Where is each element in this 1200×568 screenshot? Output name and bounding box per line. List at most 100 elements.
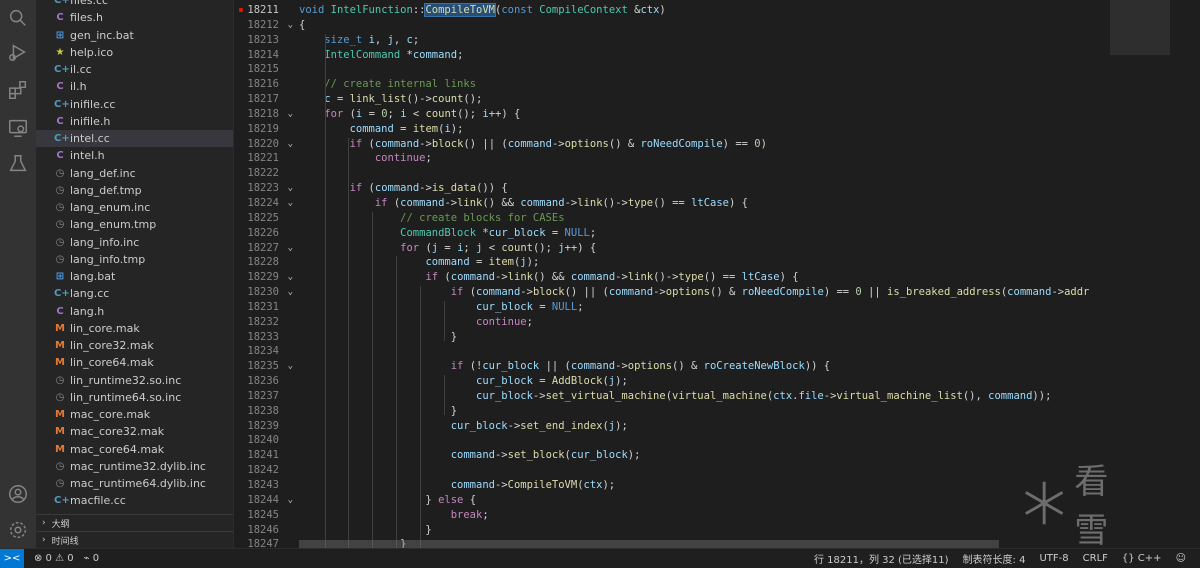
file-item[interactable]: Mlin_core32.mak (36, 337, 233, 354)
file-item[interactable]: Cfiles.h (36, 9, 233, 26)
file-item[interactable]: C+ inifile.cc (36, 96, 233, 113)
code-line[interactable]: // create internal links (299, 77, 1139, 92)
fold-chevron-icon[interactable]: ⌄ (283, 493, 293, 508)
search-icon[interactable] (6, 6, 30, 30)
file-item[interactable]: Cintel.h (36, 147, 233, 164)
ports-count[interactable]: ⌁ 0 (84, 553, 100, 564)
code-line[interactable]: if (command->block() || (command->option… (299, 285, 1147, 300)
code-line[interactable]: if (!cur_block || (command->options() & … (299, 359, 1139, 374)
file-item[interactable]: Mmac_core.mak (36, 406, 233, 423)
remote-explorer-icon[interactable] (6, 116, 30, 140)
file-item[interactable]: ★ help.ico (36, 44, 233, 61)
feedback-icon[interactable]: ☺ (1176, 553, 1186, 564)
file-item[interactable]: ⊞ gen_inc.bat (36, 27, 233, 44)
code-line[interactable]: command = item(j); (299, 255, 1139, 270)
code-line[interactable] (299, 166, 1139, 181)
code-line[interactable]: { (299, 18, 1139, 33)
code-line[interactable]: // create blocks for CASEs (299, 211, 1139, 226)
file-item[interactable]: Clang.h (36, 303, 233, 320)
fold-chevron-icon[interactable]: ⌄ (283, 270, 293, 285)
file-item[interactable]: C+ macfile.cc (36, 492, 233, 509)
code-line[interactable]: } (299, 330, 1139, 345)
code-line[interactable]: command->set_block(cur_block); (299, 448, 1139, 463)
file-item[interactable]: ◷ lang_def.tmp (36, 182, 233, 199)
encoding[interactable]: UTF-8 (1039, 553, 1068, 564)
code-editor[interactable]: 18211 18212 ⌄ 18213 18214 18215 18216 18217 1821… (235, 0, 1200, 548)
outline-section[interactable]: › 大纲 (36, 514, 233, 531)
file-name: lang_def.tmp (70, 183, 142, 197)
code-line[interactable]: command = item(i); (299, 122, 1139, 137)
account-icon[interactable] (6, 482, 30, 506)
code-line[interactable]: CommandBlock *cur_block = NULL; (299, 226, 1139, 241)
file-item[interactable]: C+ intel.cc (36, 130, 233, 148)
code-line[interactable]: if (command->is_data()) { (299, 181, 1139, 196)
code-line[interactable]: cur_block->set_virtual_machine(virtual_m… (299, 389, 1139, 404)
code-line[interactable] (299, 433, 1139, 448)
file-item[interactable]: C+ il.cc (36, 61, 233, 78)
settings-gear-icon[interactable] (6, 518, 30, 542)
fold-chevron-icon[interactable]: ⌄ (283, 285, 293, 300)
file-item[interactable]: Cil.h (36, 78, 233, 95)
file-item[interactable]: Mmac_core32.mak (36, 423, 233, 440)
file-item[interactable]: ◷ lin_runtime64.so.inc (36, 389, 233, 406)
tab-size[interactable]: 制表符长度: 4 (963, 551, 1026, 566)
code-line[interactable]: } else { (299, 493, 1139, 508)
code-line[interactable] (299, 463, 1139, 478)
code-line[interactable]: for (i = 0; i < count(); i++) { (299, 107, 1139, 122)
testing-icon[interactable] (6, 152, 30, 176)
code-line[interactable]: continue; (299, 315, 1139, 330)
fold-chevron-icon[interactable]: ⌄ (283, 107, 293, 122)
code-line[interactable]: } (299, 523, 1139, 538)
file-item[interactable]: ⊞ lang.bat (36, 268, 233, 285)
timeline-section[interactable]: › 时间线 (36, 531, 233, 548)
file-item[interactable]: C+ files.cc (36, 0, 233, 9)
cursor-position[interactable]: 行 18211，列 32 (已选择11) (814, 551, 949, 566)
code-line[interactable] (299, 62, 1139, 77)
file-item[interactable]: ◷ mac_runtime64.dylib.inc (36, 475, 233, 492)
code-line[interactable]: IntelCommand *command; (299, 48, 1139, 63)
code-line[interactable]: size_t i, j, c; (299, 33, 1139, 48)
file-item[interactable]: C+ lang.cc (36, 285, 233, 302)
code-line[interactable]: if (command->link() && command->link()->… (299, 196, 1139, 211)
fold-chevron-icon[interactable]: ⌄ (283, 241, 293, 256)
run-debug-icon[interactable] (6, 40, 30, 64)
file-item[interactable]: ◷ lang_info.tmp (36, 251, 233, 268)
file-item[interactable]: Mlin_core64.mak (36, 354, 233, 371)
language-mode[interactable]: {} C++ (1122, 553, 1162, 564)
line-ending[interactable]: CRLF (1083, 553, 1108, 564)
fold-chevron-icon[interactable]: ⌄ (283, 359, 293, 374)
code-line[interactable]: cur_block = NULL; (299, 300, 1139, 315)
code-line[interactable]: cur_block->set_end_index(j); (299, 419, 1139, 434)
horizontal-scrollbar[interactable] (299, 540, 999, 548)
remote-indicator[interactable]: >< (0, 548, 24, 568)
code-area[interactable]: void IntelFunction::CompileToVM(const Co… (299, 3, 1147, 548)
code-line[interactable]: continue; (299, 151, 1139, 166)
file-item[interactable]: Mlin_core.mak (36, 320, 233, 337)
extensions-icon[interactable] (6, 78, 30, 102)
fold-chevron-icon[interactable]: ⌄ (283, 137, 293, 152)
code-line[interactable]: command->CompileToVM(ctx); (299, 478, 1139, 493)
breakpoint-icon[interactable] (239, 8, 243, 12)
fold-chevron-icon[interactable]: ⌄ (283, 18, 293, 33)
file-item[interactable]: Mmac_core64.mak (36, 441, 233, 458)
code-line[interactable]: void IntelFunction::CompileToVM(const Co… (299, 3, 1139, 18)
file-item[interactable]: ◷ lin_runtime32.so.inc (36, 372, 233, 389)
file-item[interactable]: ◷ lang_enum.inc (36, 199, 233, 216)
code-line[interactable]: if (command->block() || (command->option… (299, 137, 1139, 152)
fold-chevron-icon[interactable]: ⌄ (283, 196, 293, 211)
code-line[interactable]: for (j = i; j < count(); j++) { (299, 241, 1139, 256)
file-item[interactable]: ◷ mac_runtime32.dylib.inc (36, 458, 233, 475)
code-line[interactable]: c = link_list()->count(); (299, 92, 1139, 107)
code-line[interactable]: } (299, 404, 1139, 419)
file-item[interactable]: Cinifile.h (36, 113, 233, 130)
minimap-slider[interactable] (1110, 0, 1170, 55)
file-item[interactable]: ◷ lang_enum.tmp (36, 216, 233, 233)
code-line[interactable]: break; (299, 508, 1139, 523)
file-item[interactable]: ◷ lang_info.inc (36, 234, 233, 251)
code-line[interactable]: if (command->link() && command->link()->… (299, 270, 1139, 285)
code-line[interactable] (299, 344, 1139, 359)
fold-chevron-icon[interactable]: ⌄ (283, 181, 293, 196)
file-item[interactable]: ◷ lang_def.inc (36, 165, 233, 182)
code-line[interactable]: cur_block = AddBlock(j); (299, 374, 1139, 389)
problems-count[interactable]: ⊗ 0 ⚠ 0 (34, 553, 74, 564)
